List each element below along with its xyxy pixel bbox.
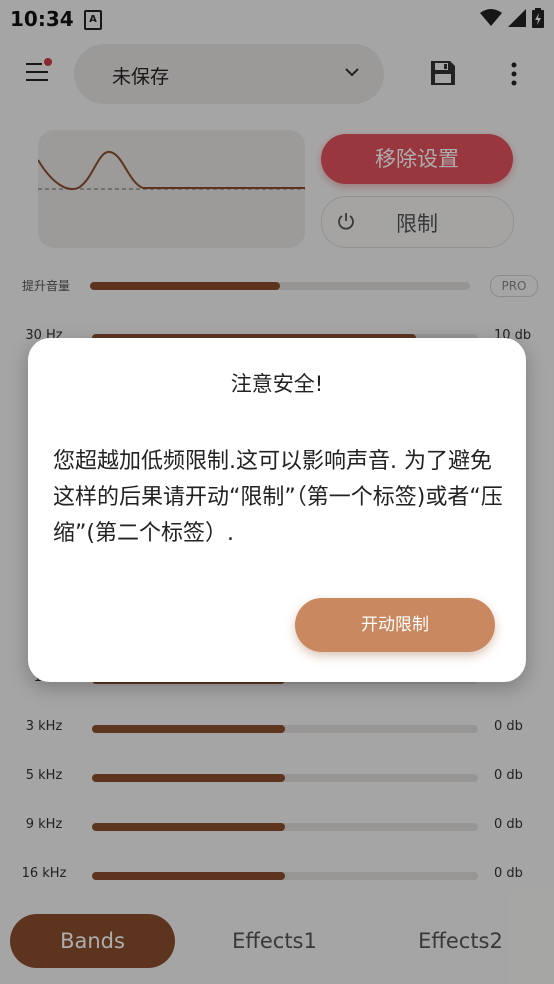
safety-warning-dialog: 注意安全! 您超越加低频限制.这可以影响声音. 为了避免这样的后果请开动“限制”…	[28, 338, 526, 682]
dialog-message: 您超越加低频限制.这可以影响声音. 为了避免这样的后果请开动“限制”（第一个标签…	[53, 449, 503, 546]
dialog-title: 注意安全!	[230, 372, 324, 396]
enable-limit-button[interactable]: 开动限制	[295, 598, 495, 652]
